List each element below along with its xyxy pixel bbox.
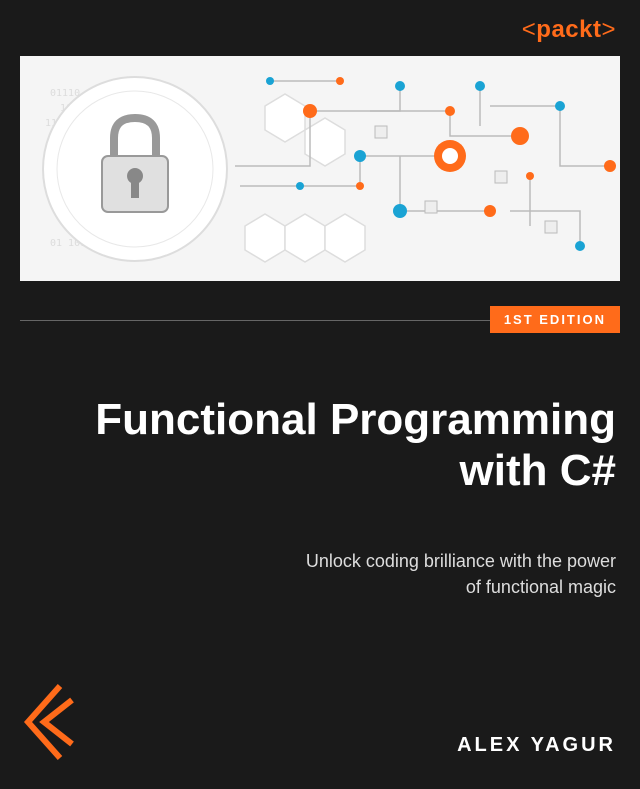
bracket-open: <: [522, 16, 537, 43]
title-block: Functional Programming with C#: [95, 395, 616, 496]
book-subtitle: Unlock coding brilliance with the power …: [306, 548, 616, 600]
edition-badge: 1ST EDITION: [490, 306, 620, 333]
edition-text: 1ST EDITION: [504, 312, 606, 327]
publisher-name: packt: [536, 16, 601, 43]
author-name: ALEX YAGUR: [457, 734, 616, 757]
book-title: Functional Programming with C#: [95, 395, 616, 496]
subtitle-line-1: Unlock coding brilliance with the power: [306, 551, 616, 571]
author-text: ALEX YAGUR: [457, 734, 616, 756]
bracket-close: >: [601, 16, 616, 43]
tech-illustration: 01110 1011 001 1001 0110 101 110 0011 01…: [20, 56, 620, 281]
title-line-1: Functional Programming: [95, 395, 616, 444]
publisher-logo: <packt>: [522, 16, 616, 44]
title-line-2: with C#: [95, 446, 616, 497]
corner-chevron-icon: [20, 682, 76, 767]
subtitle-line-2: of functional magic: [306, 574, 616, 600]
hero-graphic: 01110 1011 001 1001 0110 101 110 0011 01…: [20, 56, 620, 281]
